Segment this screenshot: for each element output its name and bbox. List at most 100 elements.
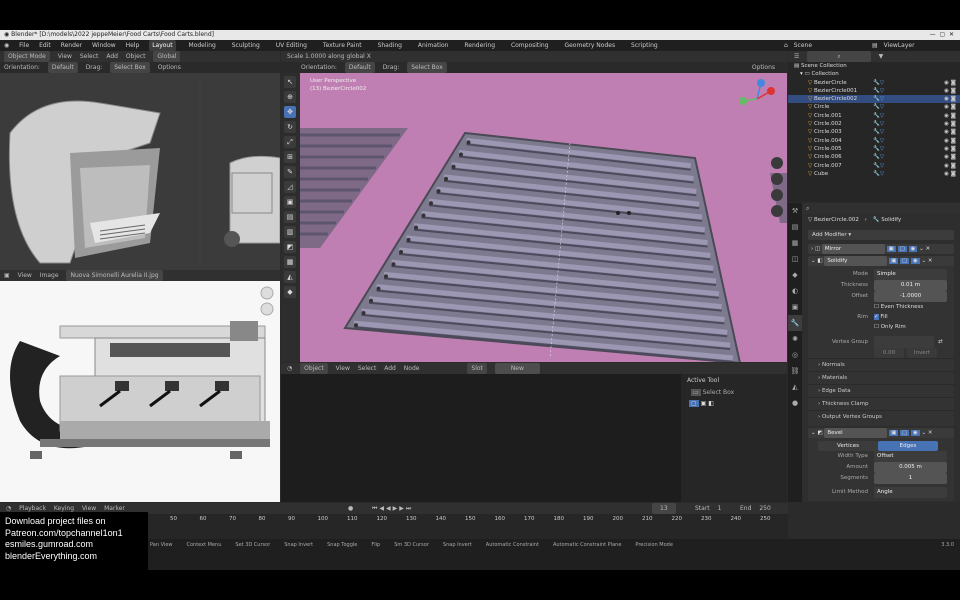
invert-field[interactable]: Invert	[907, 348, 937, 358]
bevel-render-icon[interactable]: ◉	[910, 430, 920, 436]
outliner-item[interactable]: ▽ Circle.001 🔧▽ ◉ ◙	[788, 112, 960, 120]
subpanel-edge-data[interactable]: › Edge Data	[808, 384, 954, 397]
camera-view-icon[interactable]	[771, 189, 783, 201]
view-layer-tab-icon[interactable]: ◫	[788, 251, 802, 267]
mirror-menu-icon[interactable]: ⌄	[919, 246, 924, 252]
start-frame-field[interactable]: Start 1	[695, 503, 727, 514]
collapse-chevron-icon[interactable]: ›	[811, 246, 813, 252]
solidify-modifier-header[interactable]: ⌄ ◧ Solidify ▣ ▢ ◉ ⌄ ✕	[808, 256, 954, 266]
measure-tool-icon[interactable]: ◿	[284, 181, 296, 193]
outliner-item[interactable]: ▽ BezierCircle002 🔧▽ ◉ ◙	[788, 95, 960, 104]
mirror-name-field[interactable]: Mirror	[821, 244, 885, 254]
left-menu-view[interactable]: View	[58, 53, 72, 60]
node-editor-canvas[interactable]	[281, 374, 681, 502]
bevel-modifier-header[interactable]: ⌄ ◩ Bevel ▣ ▢ ◉ ⌄ ✕	[808, 428, 954, 438]
thickness-field[interactable]: 0.01 m	[874, 280, 947, 291]
bevel-delete-icon[interactable]: ✕	[928, 430, 933, 436]
subpanel-materials[interactable]: › Materials	[808, 371, 954, 384]
outliner-search-field[interactable]: ⌕	[807, 51, 871, 62]
zoom-icon[interactable]	[771, 157, 783, 169]
outliner-filter-icon[interactable]: ▼	[879, 53, 884, 60]
timeline-keying[interactable]: Keying	[54, 505, 74, 512]
material-slot-dropdown[interactable]: Slot	[467, 363, 487, 374]
main-options[interactable]: Options	[752, 62, 775, 73]
select-mode-buttons[interactable]: ▢ ▣ ◧	[681, 398, 787, 409]
left-menu-object[interactable]: Object	[126, 53, 146, 60]
node-menu-node[interactable]: Node	[404, 365, 420, 372]
solidify-name-field[interactable]: Solidify	[824, 256, 888, 266]
left-menu-add[interactable]: Add	[106, 53, 118, 60]
outliner-item[interactable]: ▽ Circle.005 🔧▽ ◉ ◙	[788, 145, 960, 153]
node-mode-dropdown[interactable]: Object	[300, 363, 328, 374]
solidify-menu-icon[interactable]: ⌄	[922, 258, 927, 264]
node-menu-view[interactable]: View	[336, 365, 350, 372]
node-menu-select[interactable]: Select	[358, 365, 377, 372]
factor-field[interactable]: 0.00	[874, 348, 904, 358]
left-transform-dropdown[interactable]: Global	[153, 51, 181, 62]
width-type-dropdown[interactable]: Offset	[874, 451, 947, 462]
offset-field[interactable]: -1.0000	[874, 291, 947, 302]
image-editor-type-icon[interactable]: ▣	[4, 272, 10, 279]
image-menu-image[interactable]: Image	[40, 272, 59, 279]
tab-layout[interactable]: Layout	[149, 40, 176, 51]
main-orientation-dropdown[interactable]: Default	[344, 62, 375, 73]
solidify-render-icon[interactable]: ◉	[910, 258, 920, 264]
scene-selector[interactable]: ⌂ Scene	[784, 40, 816, 51]
tab-scripting[interactable]: Scripting	[628, 40, 661, 51]
add-modifier-dropdown[interactable]: Add Modifier ▾	[808, 230, 954, 240]
visibility-toggle-icon[interactable]: ◉ ◙	[944, 79, 956, 87]
inset-tool-icon[interactable]: ▥	[284, 226, 296, 238]
tab-sculpting[interactable]: Sculpting	[229, 40, 263, 51]
bevel-editmode-icon[interactable]: ▣	[889, 430, 899, 436]
annotate-tool-icon[interactable]: ✎	[284, 166, 296, 178]
timeline-type-icon[interactable]: ◔	[6, 505, 11, 512]
outliner-item[interactable]: ▽ Circle 🔧▽ ◉ ◙	[788, 103, 960, 111]
tab-animation[interactable]: Animation	[415, 40, 452, 51]
visibility-toggle-icon[interactable]: ◉ ◙	[944, 112, 956, 120]
blender-menu-icon[interactable]: ◉	[4, 42, 9, 49]
left-drag-dropdown[interactable]: Select Box	[110, 62, 150, 73]
visibility-toggle-icon[interactable]: ◉ ◙	[944, 95, 956, 103]
outliner-item[interactable]: ▽ BezierCircle 🔧▽ ◉ ◙	[788, 79, 960, 87]
limit-method-dropdown[interactable]: Angle	[874, 487, 947, 498]
timeline-marker[interactable]: Marker	[104, 505, 125, 512]
left-viewport-canvas[interactable]	[0, 73, 281, 270]
timeline-view[interactable]: View	[82, 505, 96, 512]
menu-edit[interactable]: Edit	[39, 42, 51, 49]
bevel-tool-icon[interactable]: ◩	[284, 241, 296, 253]
visibility-toggle-icon[interactable]: ◉ ◙	[944, 103, 956, 111]
image-menu-view[interactable]: View	[18, 272, 32, 279]
new-material-button[interactable]: New	[494, 363, 540, 374]
timeline-playback[interactable]: Playback	[19, 505, 46, 512]
subpanel-normals[interactable]: › Normals	[808, 358, 954, 371]
constraints-tab-icon[interactable]: ⛓	[788, 363, 802, 379]
transform-tool-icon[interactable]: ⊞	[284, 151, 296, 163]
tab-compositing[interactable]: Compositing	[508, 40, 552, 51]
left-menu-select[interactable]: Select	[80, 53, 99, 60]
left-mode-dropdown[interactable]: Object Mode	[4, 51, 50, 62]
polybuild-tool-icon[interactable]: ◆	[284, 286, 296, 298]
main-drag-dropdown[interactable]: Select Box	[407, 62, 447, 73]
active-tool-select-box[interactable]: ▭ Select Box	[681, 387, 787, 398]
fill-checkbox[interactable]: ✓ Fill	[874, 312, 888, 322]
expand-chevron-icon[interactable]: ⌄	[811, 258, 816, 264]
mirror-modifier-header[interactable]: › ◫ Mirror ▣ ▢ ◉ ⌄ ✕	[808, 244, 954, 254]
vertex-group-invert-icon[interactable]: ⇄	[938, 336, 943, 348]
visibility-toggle-icon[interactable]: ◉ ◙	[944, 120, 956, 128]
solidify-viewport-icon[interactable]: ▢	[900, 258, 910, 264]
extrude-tool-icon[interactable]: ▤	[284, 211, 296, 223]
tab-uv-editing[interactable]: UV Editing	[273, 40, 310, 51]
solidify-editmode-icon[interactable]: ▣	[889, 258, 899, 264]
outliner-item[interactable]: ▽ Circle.003 🔧▽ ◉ ◙	[788, 128, 960, 136]
cursor-tool-icon[interactable]: ⊕	[284, 91, 296, 103]
menu-render[interactable]: Render	[61, 42, 82, 49]
window-controls[interactable]: — ▢ ✕	[930, 30, 954, 40]
scene-tab-icon[interactable]: ◆	[788, 267, 802, 283]
even-thickness-checkbox[interactable]: ☐ Even Thickness	[808, 302, 954, 312]
menu-window[interactable]: Window	[92, 42, 116, 49]
bevel-edges-tab[interactable]: Edges	[878, 441, 938, 451]
visibility-toggle-icon[interactable]: ◉ ◙	[944, 153, 956, 161]
visibility-toggle-icon[interactable]: ◉ ◙	[944, 162, 956, 170]
visibility-toggle-icon[interactable]: ◉ ◙	[944, 170, 956, 178]
render-toggle-icon[interactable]: ◉	[908, 246, 918, 252]
